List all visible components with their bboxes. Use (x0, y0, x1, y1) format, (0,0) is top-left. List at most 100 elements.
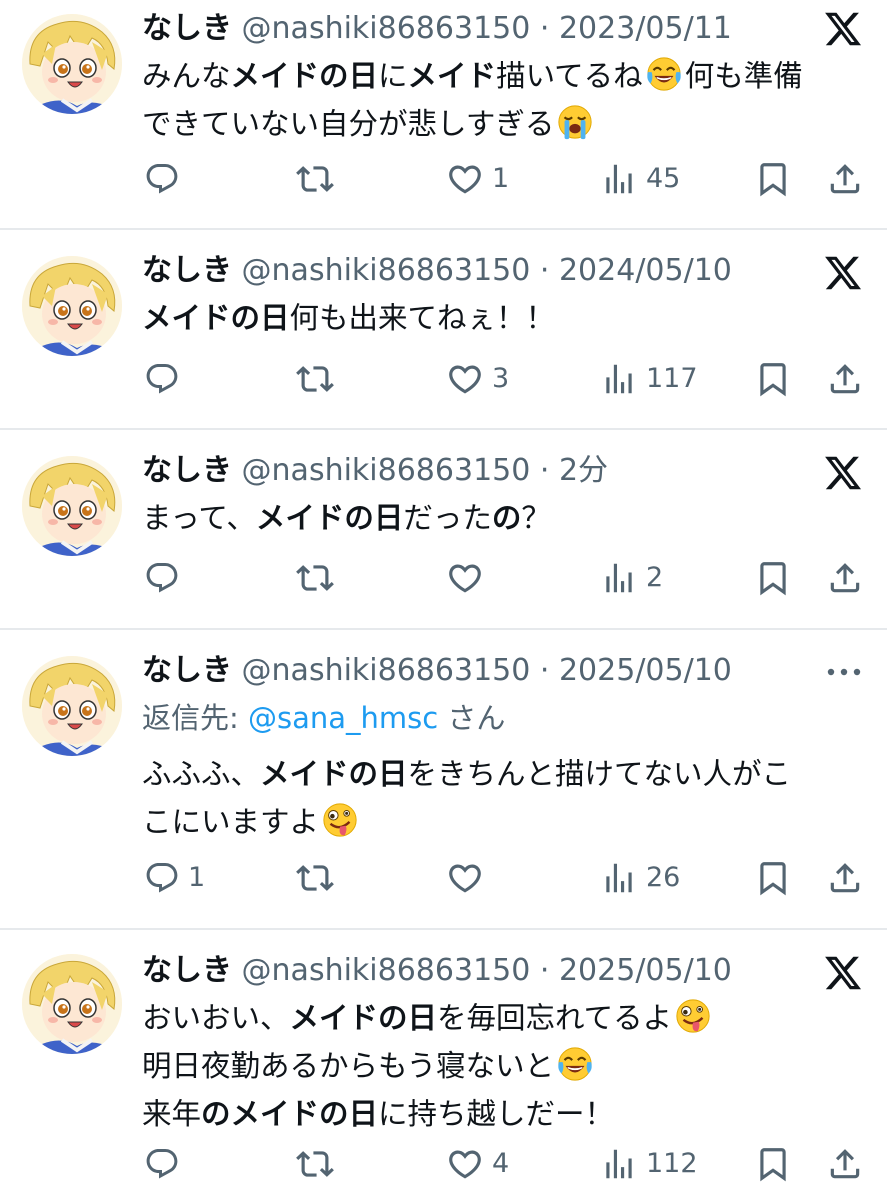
x-logo-icon (823, 9, 863, 49)
author-handle[interactable]: @nashiki86863150 (242, 653, 531, 688)
text-segment: ふふふ、 (142, 757, 261, 791)
tweet-5[interactable]: なしき @nashiki86863150 · 2025/05/10 おいおい、メ… (0, 930, 887, 1200)
author-handle[interactable]: @nashiki86863150 (242, 453, 531, 488)
like-button[interactable] (446, 556, 492, 600)
text-segment: を毎回忘れてるよ (437, 1001, 673, 1035)
reply-icon (144, 560, 180, 596)
separator: · (539, 953, 550, 988)
text-segment: まって、 (142, 501, 256, 535)
loudly-crying-emoji-icon (556, 103, 594, 141)
avatar-image-icon (22, 656, 122, 756)
tweet-2[interactable]: なしき @nashiki86863150 · 2024/05/10 メイドの日何… (0, 230, 887, 430)
views-button[interactable]: 26 (600, 856, 680, 900)
text-segment: ？ (521, 501, 551, 535)
heart-icon (446, 360, 484, 398)
retweet-button[interactable] (296, 157, 342, 201)
share-icon (826, 1145, 864, 1183)
views-icon (600, 859, 638, 897)
reply-mention-link[interactable]: @sana_hmsc (248, 701, 438, 735)
bookmark-button[interactable] (754, 1142, 792, 1186)
tweet-4[interactable]: なしき @nashiki86863150 · 2025/05/10 返信先: @… (0, 630, 887, 930)
x-logo-icon (823, 253, 863, 293)
bookmark-icon (754, 160, 792, 198)
action-bar: 2 (0, 556, 887, 600)
author-name[interactable]: なしき (142, 953, 232, 988)
retweet-button[interactable] (296, 856, 342, 900)
tweet-date[interactable]: 2024/05/10 (559, 253, 732, 288)
reply-button[interactable] (144, 157, 188, 201)
author-handle[interactable]: @nashiki86863150 (242, 11, 531, 46)
tweet-header: なしき @nashiki86863150 · 2023/05/11 (142, 4, 732, 54)
bookmark-button[interactable] (754, 157, 792, 201)
action-bar: 1 26 (0, 856, 887, 900)
author-handle[interactable]: @nashiki86863150 (242, 953, 531, 988)
bookmark-button[interactable] (754, 556, 792, 600)
share-icon (826, 360, 864, 398)
share-button[interactable] (826, 157, 864, 201)
share-button[interactable] (826, 1142, 864, 1186)
text-bold-segment: メイドの日 (289, 1001, 438, 1035)
author-name[interactable]: なしき (142, 11, 232, 46)
tweet-date[interactable]: 2023/05/11 (559, 11, 732, 46)
retweet-button[interactable] (296, 1142, 342, 1186)
bookmark-button[interactable] (754, 856, 792, 900)
reply-button[interactable]: 1 (144, 856, 205, 900)
avatar[interactable] (22, 14, 122, 114)
reply-icon (144, 1146, 180, 1182)
reply-icon (144, 161, 180, 197)
like-button[interactable] (446, 856, 492, 900)
text-segment: 何も出来てねぇ！！ (289, 301, 556, 335)
like-button[interactable]: 1 (446, 157, 509, 201)
tweet-date[interactable]: 2分 (559, 453, 608, 488)
heart-icon (446, 859, 484, 897)
retweet-icon (296, 859, 334, 897)
text-bold-segment: の (491, 501, 522, 535)
avatar[interactable] (22, 656, 122, 756)
reply-button[interactable] (144, 1142, 188, 1186)
text-segment: できていない自分が悲しすぎる (142, 107, 555, 141)
text-segment: 来年 (142, 1097, 202, 1131)
action-bar: 1 45 (0, 157, 887, 201)
views-count: 112 (646, 1148, 698, 1179)
tweet-3[interactable]: なしき @nashiki86863150 · 2分 まって、メイドの日だったの？… (0, 430, 887, 630)
bookmark-icon (754, 1145, 792, 1183)
tweet-date[interactable]: 2025/05/10 (559, 653, 732, 688)
tweet-date[interactable]: 2025/05/10 (559, 953, 732, 988)
views-count: 2 (646, 562, 664, 593)
share-button[interactable] (826, 556, 864, 600)
views-button[interactable]: 117 (600, 357, 698, 401)
author-name[interactable]: なしき (142, 253, 232, 288)
like-button[interactable]: 4 (446, 1142, 509, 1186)
tweet-1[interactable]: なしき @nashiki86863150 · 2023/05/11 みんなメイド… (0, 0, 887, 230)
views-count: 117 (646, 363, 698, 394)
tweet-text: おいおい、メイドの日を毎回忘れてるよ 明日夜勤あるからもう寝ないと 来年のメイドの日… (142, 994, 867, 1138)
like-count: 3 (492, 363, 510, 394)
tweet-text: メイドの日何も出来てねぇ！！ (142, 294, 867, 342)
share-button[interactable] (826, 856, 864, 900)
avatar[interactable] (22, 456, 122, 556)
reply-icon (144, 361, 180, 397)
views-button[interactable]: 45 (600, 157, 680, 201)
retweet-button[interactable] (296, 357, 342, 401)
share-button[interactable] (826, 357, 864, 401)
more-options-icon[interactable] (823, 662, 865, 682)
author-handle[interactable]: @nashiki86863150 (242, 253, 531, 288)
bookmark-button[interactable] (754, 357, 792, 401)
views-button[interactable]: 112 (600, 1142, 698, 1186)
heart-icon (446, 160, 484, 198)
like-button[interactable]: 3 (446, 357, 509, 401)
avatar-image-icon (22, 456, 122, 556)
retweet-button[interactable] (296, 556, 342, 600)
views-button[interactable]: 2 (600, 556, 663, 600)
share-icon (826, 559, 864, 597)
reply-button[interactable] (144, 357, 188, 401)
reply-button[interactable] (144, 556, 188, 600)
avatar[interactable] (22, 256, 122, 356)
author-name[interactable]: なしき (142, 453, 232, 488)
views-icon (600, 1145, 638, 1183)
separator: · (539, 453, 550, 488)
text-segment: 明日夜勤あるからもう寝ないと (142, 1049, 555, 1083)
views-icon (600, 559, 638, 597)
author-name[interactable]: なしき (142, 653, 232, 688)
avatar[interactable] (22, 954, 122, 1054)
